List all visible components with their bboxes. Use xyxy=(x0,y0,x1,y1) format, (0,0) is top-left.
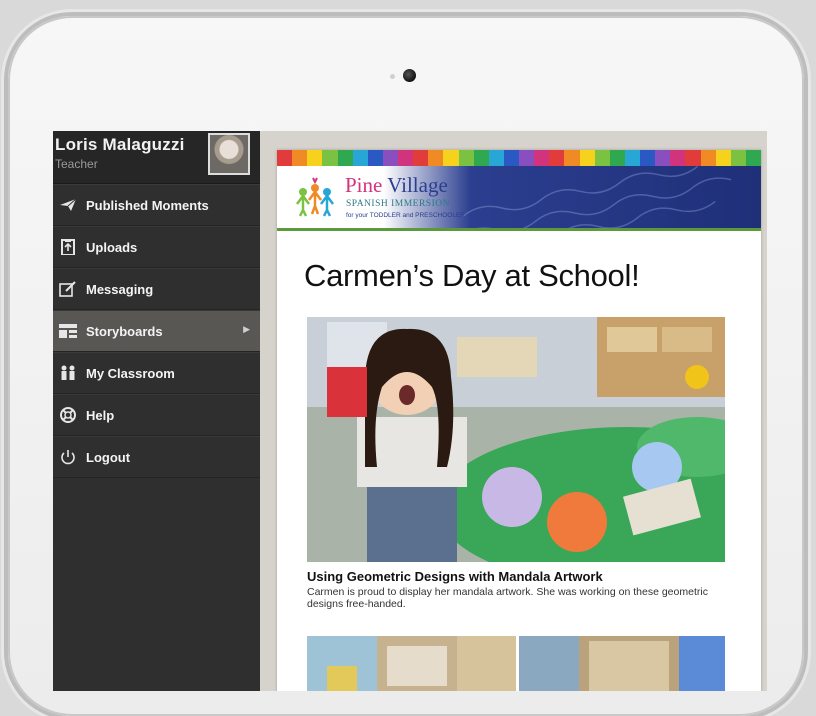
nav-item-uploads[interactable]: Uploads xyxy=(53,226,260,268)
lifebuoy-icon xyxy=(59,407,77,423)
color-stripe xyxy=(624,150,640,166)
color-stripe xyxy=(443,150,459,166)
nav-item-my-classroom[interactable]: My Classroom xyxy=(53,352,260,394)
color-stripe xyxy=(398,150,414,166)
color-stripe xyxy=(730,150,746,166)
chevron-right-icon: ▶ xyxy=(243,324,250,334)
color-stripe xyxy=(655,150,671,166)
storyboard-layout-icon xyxy=(59,323,77,339)
color-stripe xyxy=(413,150,429,166)
logo-tagline: for your TODDLER and PRESCHOOLER xyxy=(346,212,465,219)
color-stripe xyxy=(534,150,550,166)
color-stripe xyxy=(458,150,474,166)
nav-label: Uploads xyxy=(86,240,138,255)
banner-pattern xyxy=(449,166,761,228)
color-stripe xyxy=(367,150,383,166)
color-stripe xyxy=(594,150,610,166)
nav-item-storyboards[interactable]: Storyboards ▶ xyxy=(53,310,260,352)
children-logo-icon xyxy=(291,174,339,218)
nav-label: My Classroom xyxy=(86,366,175,381)
nav-item-logout[interactable]: Logout xyxy=(53,436,260,478)
storyboard-preview-area: Pine Village SPANISH IMMERSION for your … xyxy=(260,131,767,691)
color-stripe xyxy=(307,150,323,166)
color-stripe xyxy=(715,150,731,166)
nav-label: Published Moments xyxy=(86,198,209,213)
color-stripe xyxy=(352,150,368,166)
upload-clipboard-icon xyxy=(59,239,77,256)
profile-name: Loris Malaguzzi xyxy=(55,135,185,154)
color-stripe xyxy=(428,150,444,166)
sidebar: Loris Malaguzzi Teacher Published Moment… xyxy=(53,131,260,691)
color-stripe xyxy=(640,150,656,166)
story-title: Carmen’s Day at School! xyxy=(304,258,640,293)
color-stripe xyxy=(488,150,504,166)
user-profile[interactable]: Loris Malaguzzi Teacher xyxy=(53,131,260,184)
profile-role: Teacher xyxy=(55,157,98,171)
avatar[interactable] xyxy=(208,133,250,175)
logo-subtitle: SPANISH IMMERSION xyxy=(346,199,450,209)
color-stripe xyxy=(549,150,565,166)
color-stripe xyxy=(292,150,308,166)
color-stripe xyxy=(473,150,489,166)
nav-label: Help xyxy=(86,408,115,423)
nav-item-published-moments[interactable]: Published Moments xyxy=(53,184,260,226)
power-icon xyxy=(59,449,77,465)
compose-icon xyxy=(59,281,77,297)
color-stripe xyxy=(564,150,580,166)
front-sensor xyxy=(390,74,395,79)
banner-divider xyxy=(277,228,761,231)
color-stripe xyxy=(519,150,535,166)
color-stripe xyxy=(503,150,519,166)
color-stripe xyxy=(579,150,595,166)
nav-item-help[interactable]: Help xyxy=(53,394,260,436)
logo-title-pine: Pine xyxy=(345,173,383,197)
app-screen: Loris Malaguzzi Teacher Published Moment… xyxy=(53,131,767,691)
front-camera xyxy=(403,69,416,82)
color-stripe xyxy=(382,150,398,166)
story-photo-tertiary[interactable] xyxy=(519,636,725,691)
logo-title-village: Village xyxy=(387,173,448,197)
nav-item-messaging[interactable]: Messaging xyxy=(53,268,260,310)
school-banner: Pine Village SPANISH IMMERSION for your … xyxy=(277,166,761,228)
color-stripe xyxy=(685,150,701,166)
photo-caption-text: Carmen is proud to display her mandala a… xyxy=(307,586,708,610)
color-stripe xyxy=(277,150,293,166)
nav-label: Messaging xyxy=(86,282,154,297)
color-stripe xyxy=(670,150,686,166)
nav-label: Storyboards xyxy=(86,324,163,339)
color-stripe xyxy=(337,150,353,166)
story-photo-main[interactable] xyxy=(307,317,725,562)
color-stripe xyxy=(322,150,338,166)
paper-plane-icon xyxy=(59,197,77,213)
storyboard-document[interactable]: Pine Village SPANISH IMMERSION for your … xyxy=(277,150,761,691)
color-stripe xyxy=(609,150,625,166)
color-stripe-bar xyxy=(277,150,761,166)
color-stripe xyxy=(700,150,716,166)
people-icon xyxy=(59,365,77,381)
photo-caption-title: Using Geometric Designs with Mandala Art… xyxy=(307,569,603,584)
color-stripe xyxy=(745,150,761,166)
nav-label: Logout xyxy=(86,450,131,465)
logo-title: Pine Village xyxy=(345,173,448,198)
story-photo-secondary[interactable] xyxy=(307,636,516,691)
